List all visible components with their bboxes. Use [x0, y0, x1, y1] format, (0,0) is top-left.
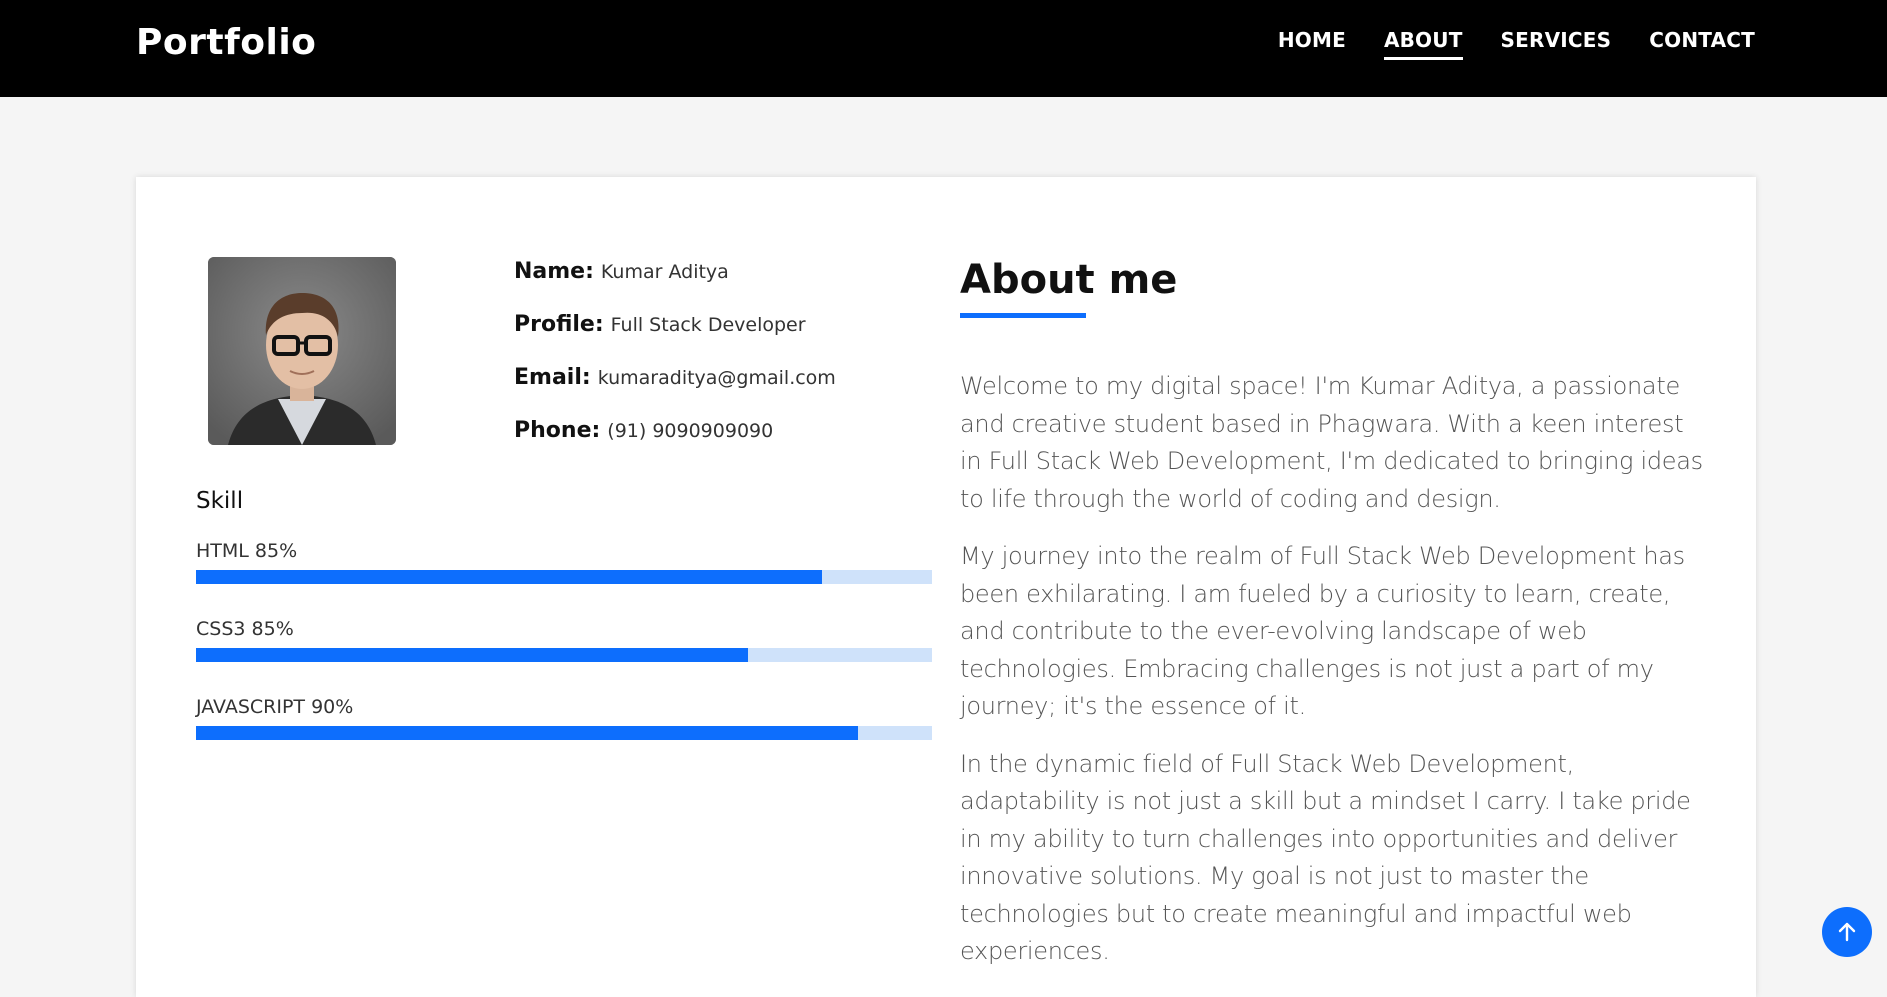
- skill-javascript: JAVASCRIPT 90%: [196, 696, 932, 774]
- skill-label: JAVASCRIPT 90%: [196, 696, 354, 718]
- nav-link-about[interactable]: ABOUT: [1383, 28, 1463, 60]
- skill-heading: Skill: [196, 488, 244, 514]
- profile-portrait: [208, 257, 396, 445]
- profile-photo: [208, 257, 396, 445]
- profile-value: Full Stack Developer: [610, 314, 806, 336]
- info-name: Name: Kumar Aditya: [514, 259, 729, 284]
- progress-fill: [196, 726, 859, 740]
- about-paragraph-1: Welcome to my digital space! I'm Kumar A…: [960, 372, 1703, 513]
- skill-css3: CSS3 85%: [196, 618, 932, 696]
- navbar: Portfolio HOME ABOUT SERVICES CONTACT: [0, 0, 1887, 97]
- about-paragraph-2: My journey into the realm of Full Stack …: [960, 542, 1685, 720]
- progress-fill: [196, 570, 822, 584]
- progress-track: [196, 648, 932, 662]
- email-value: kumaraditya@gmail.com: [597, 367, 836, 389]
- nav-link-services[interactable]: SERVICES: [1501, 28, 1612, 60]
- scroll-top-button[interactable]: [1822, 907, 1872, 957]
- brand-logo[interactable]: Portfolio: [136, 22, 316, 63]
- skill-label: CSS3 85%: [196, 618, 294, 640]
- progress-track: [196, 570, 932, 584]
- skills-list: HTML 85% CSS3 85% JAVASCRIPT 90%: [196, 540, 932, 774]
- info-phone: Phone: (91) 9090909090: [514, 418, 774, 443]
- nav-link-contact[interactable]: CONTACT: [1649, 28, 1755, 60]
- arrow-up-icon: [1838, 922, 1856, 942]
- phone-value: (91) 9090909090: [607, 420, 774, 442]
- progress-track: [196, 726, 932, 740]
- progress-fill: [196, 648, 748, 662]
- about-section: About me Welcome to my digital space! I'…: [960, 257, 1704, 991]
- info-profile: Profile: Full Stack Developer: [514, 312, 806, 337]
- title-underline: [960, 313, 1086, 318]
- skill-html: HTML 85%: [196, 540, 932, 618]
- nav-link-home[interactable]: HOME: [1278, 28, 1346, 60]
- nav-links: HOME ABOUT SERVICES CONTACT: [1278, 28, 1755, 60]
- profile-info: Name: Kumar Aditya Profile: Full Stack D…: [514, 259, 836, 471]
- info-email: Email: kumaraditya@gmail.com: [514, 365, 836, 390]
- about-paragraph-3: In the dynamic field of Full Stack Web D…: [960, 749, 1691, 966]
- name-value: Kumar Aditya: [600, 261, 729, 283]
- about-card: Name: Kumar Aditya Profile: Full Stack D…: [136, 177, 1756, 997]
- about-title: About me: [960, 257, 1178, 303]
- skill-label: HTML 85%: [196, 540, 298, 562]
